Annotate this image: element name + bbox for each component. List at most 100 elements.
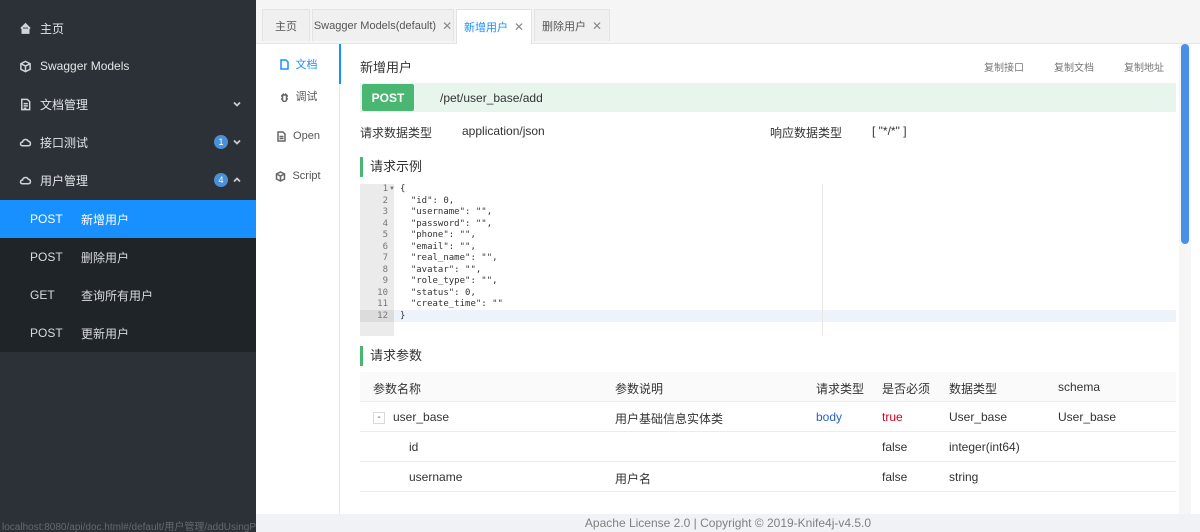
chevron-down-icon	[232, 98, 242, 108]
sidebar-subitem-add-user[interactable]: POST 新增用户	[0, 200, 256, 238]
file-text-icon	[276, 130, 287, 142]
subitem-label: 删除用户	[81, 250, 130, 265]
copy-doc-link[interactable]: 复制文档	[1054, 59, 1094, 74]
sidebar-item-home[interactable]: 主页	[0, 9, 256, 47]
line-number: 8	[382, 264, 388, 275]
vtab-debug[interactable]: 调试	[256, 76, 340, 116]
tab-bar: 主页 Swagger Models(default) ✕ 新增用户 ✕ 删除用户…	[256, 0, 1200, 44]
line-number: 9	[382, 276, 388, 286]
sidebar-subitem-list-users[interactable]: GET 查询所有用户	[0, 276, 256, 314]
tab-swagger-models[interactable]: Swagger Models(default) ✕	[312, 9, 454, 41]
chevron-up-icon	[232, 174, 242, 184]
code-editor[interactable]: 1 2 3 4 5 6 7 8 9 10 11 12 ▼ { "id": 0, "username": …	[360, 184, 1176, 336]
line-number: 2	[382, 195, 388, 206]
param-in: body	[816, 410, 843, 424]
print-margin	[822, 184, 823, 336]
tab-label: 删除用户	[541, 20, 586, 33]
tab-label: 主页	[275, 20, 297, 33]
vertical-tabs: 文档 调试 Open Script	[256, 44, 341, 514]
fold-arrow-icon[interactable]: ▼	[389, 186, 395, 192]
copy-api-link[interactable]: 复制接口	[984, 59, 1024, 74]
sidebar-item-user-management[interactable]: 用户管理 4	[0, 161, 256, 199]
line-number: 12	[377, 310, 388, 321]
home-icon	[18, 21, 32, 35]
sidebar-item-label: Swagger Models	[40, 59, 130, 73]
sidebar-subitem-delete-user[interactable]: POST 删除用户	[0, 238, 256, 276]
sidebar-item-api-test[interactable]: 接口测试 1	[0, 123, 256, 161]
line-number: 6	[382, 241, 388, 252]
subitem-label: 更新用户	[81, 326, 130, 341]
code-line: "real_name": "",	[400, 253, 498, 263]
param-type: string	[949, 470, 979, 484]
doc-icon	[18, 97, 32, 111]
code-line: "email": "",	[400, 241, 476, 252]
sidebar-item-doc-management[interactable]: 文档管理	[0, 85, 256, 123]
subitem-label: 新增用户	[81, 212, 130, 227]
table-header: 参数名称 参数说明 请求类型 是否必须 数据类型 schema	[360, 372, 1176, 402]
close-icon[interactable]: ✕	[514, 20, 524, 34]
section-title-example: 请求示例	[360, 157, 422, 177]
request-type-value: application/json	[462, 124, 545, 138]
editor-gutter: 1 2 3 4 5 6 7 8 9 10 11 12 ▼	[360, 184, 395, 336]
table-row: id false integer(int64)	[360, 432, 1176, 462]
sidebar-item-label: 文档管理	[40, 97, 89, 112]
param-name: id	[409, 440, 419, 454]
footer: Apache License 2.0 | Copyright © 2019-Kn…	[256, 514, 1200, 532]
sidebar-item-label: 接口测试	[40, 135, 89, 150]
line-number: 10	[377, 287, 388, 298]
sidebar-subitem-update-user[interactable]: POST 更新用户	[0, 314, 256, 352]
sidebar-item-swagger-models[interactable]: Swagger Models	[0, 47, 256, 85]
tab-delete-user[interactable]: 删除用户 ✕	[534, 9, 610, 41]
line-number: 3	[382, 207, 388, 217]
http-method: POST	[30, 326, 63, 340]
response-type-value: [ "*/*" ]	[872, 124, 907, 138]
response-type-label: 响应数据类型	[770, 126, 843, 140]
subitem-label: 查询所有用户	[81, 288, 154, 303]
endpoint-path: /pet/user_base/add	[440, 91, 543, 105]
param-schema: User_base	[1058, 410, 1117, 424]
cube-icon	[275, 170, 286, 182]
cloud-icon	[18, 173, 32, 187]
vtab-open[interactable]: Open	[256, 116, 340, 156]
http-method: POST	[30, 212, 63, 226]
col-header: schema	[1058, 380, 1101, 394]
count-badge: 4	[214, 173, 228, 187]
param-required: false	[882, 440, 908, 454]
scrollbar-thumb[interactable]	[1181, 44, 1189, 244]
content-area: 文档 调试 Open Script 新增用户 复制接口 复制文档 复制地址 PO…	[256, 44, 1200, 514]
tab-home[interactable]: 主页	[262, 9, 310, 41]
vtab-script[interactable]: Script	[256, 156, 340, 196]
table-row: username 用户名 false string	[360, 462, 1176, 492]
tab-label: 新增用户	[463, 22, 508, 34]
http-method: POST	[30, 250, 63, 264]
param-name: username	[409, 470, 463, 484]
user-management-submenu: POST 新增用户 POST 删除用户 GET 查询所有用户 POST 更新用户	[0, 200, 256, 352]
api-doc-panel: 新增用户 复制接口 复制文档 复制地址 POST /pet/user_base/…	[360, 44, 1176, 514]
col-header: 数据类型	[949, 382, 998, 396]
api-title: 新增用户	[360, 60, 413, 75]
vtab-label: Script	[292, 170, 321, 182]
line-number: 5	[382, 230, 388, 240]
sidebar-item-label: 用户管理	[40, 173, 89, 188]
code-line: "status": 0,	[400, 287, 476, 298]
tab-add-user[interactable]: 新增用户 ✕	[456, 9, 532, 44]
expand-toggle[interactable]: -	[373, 412, 385, 424]
app-root: 主页 Swagger Models 文档管理 接口测试 1 用户管理 4 POS…	[0, 0, 1200, 532]
line-number: 11	[377, 299, 388, 309]
close-icon[interactable]: ✕	[442, 19, 452, 33]
param-name: user_base	[393, 410, 450, 424]
doc-actions: 复制接口 复制文档 复制地址	[984, 59, 1164, 74]
close-icon[interactable]: ✕	[592, 19, 602, 33]
sidebar: 主页 Swagger Models 文档管理 接口测试 1 用户管理 4 POS…	[0, 0, 256, 532]
copy-address-link[interactable]: 复制地址	[1124, 59, 1164, 74]
table-row: - user_base 用户基础信息实体类 body true User_bas…	[360, 402, 1176, 432]
content-type-row: 请求数据类型 application/json 响应数据类型 [ "*/*" ]	[360, 124, 1176, 140]
file-icon	[279, 58, 290, 70]
chevron-down-icon	[232, 136, 242, 146]
line-number: 1	[382, 184, 388, 194]
cube-icon	[18, 59, 32, 73]
code-line: {	[400, 184, 406, 194]
count-badge: 1	[214, 135, 228, 149]
sidebar-item-label: 主页	[40, 21, 65, 36]
vtab-label: 文档	[295, 59, 318, 71]
